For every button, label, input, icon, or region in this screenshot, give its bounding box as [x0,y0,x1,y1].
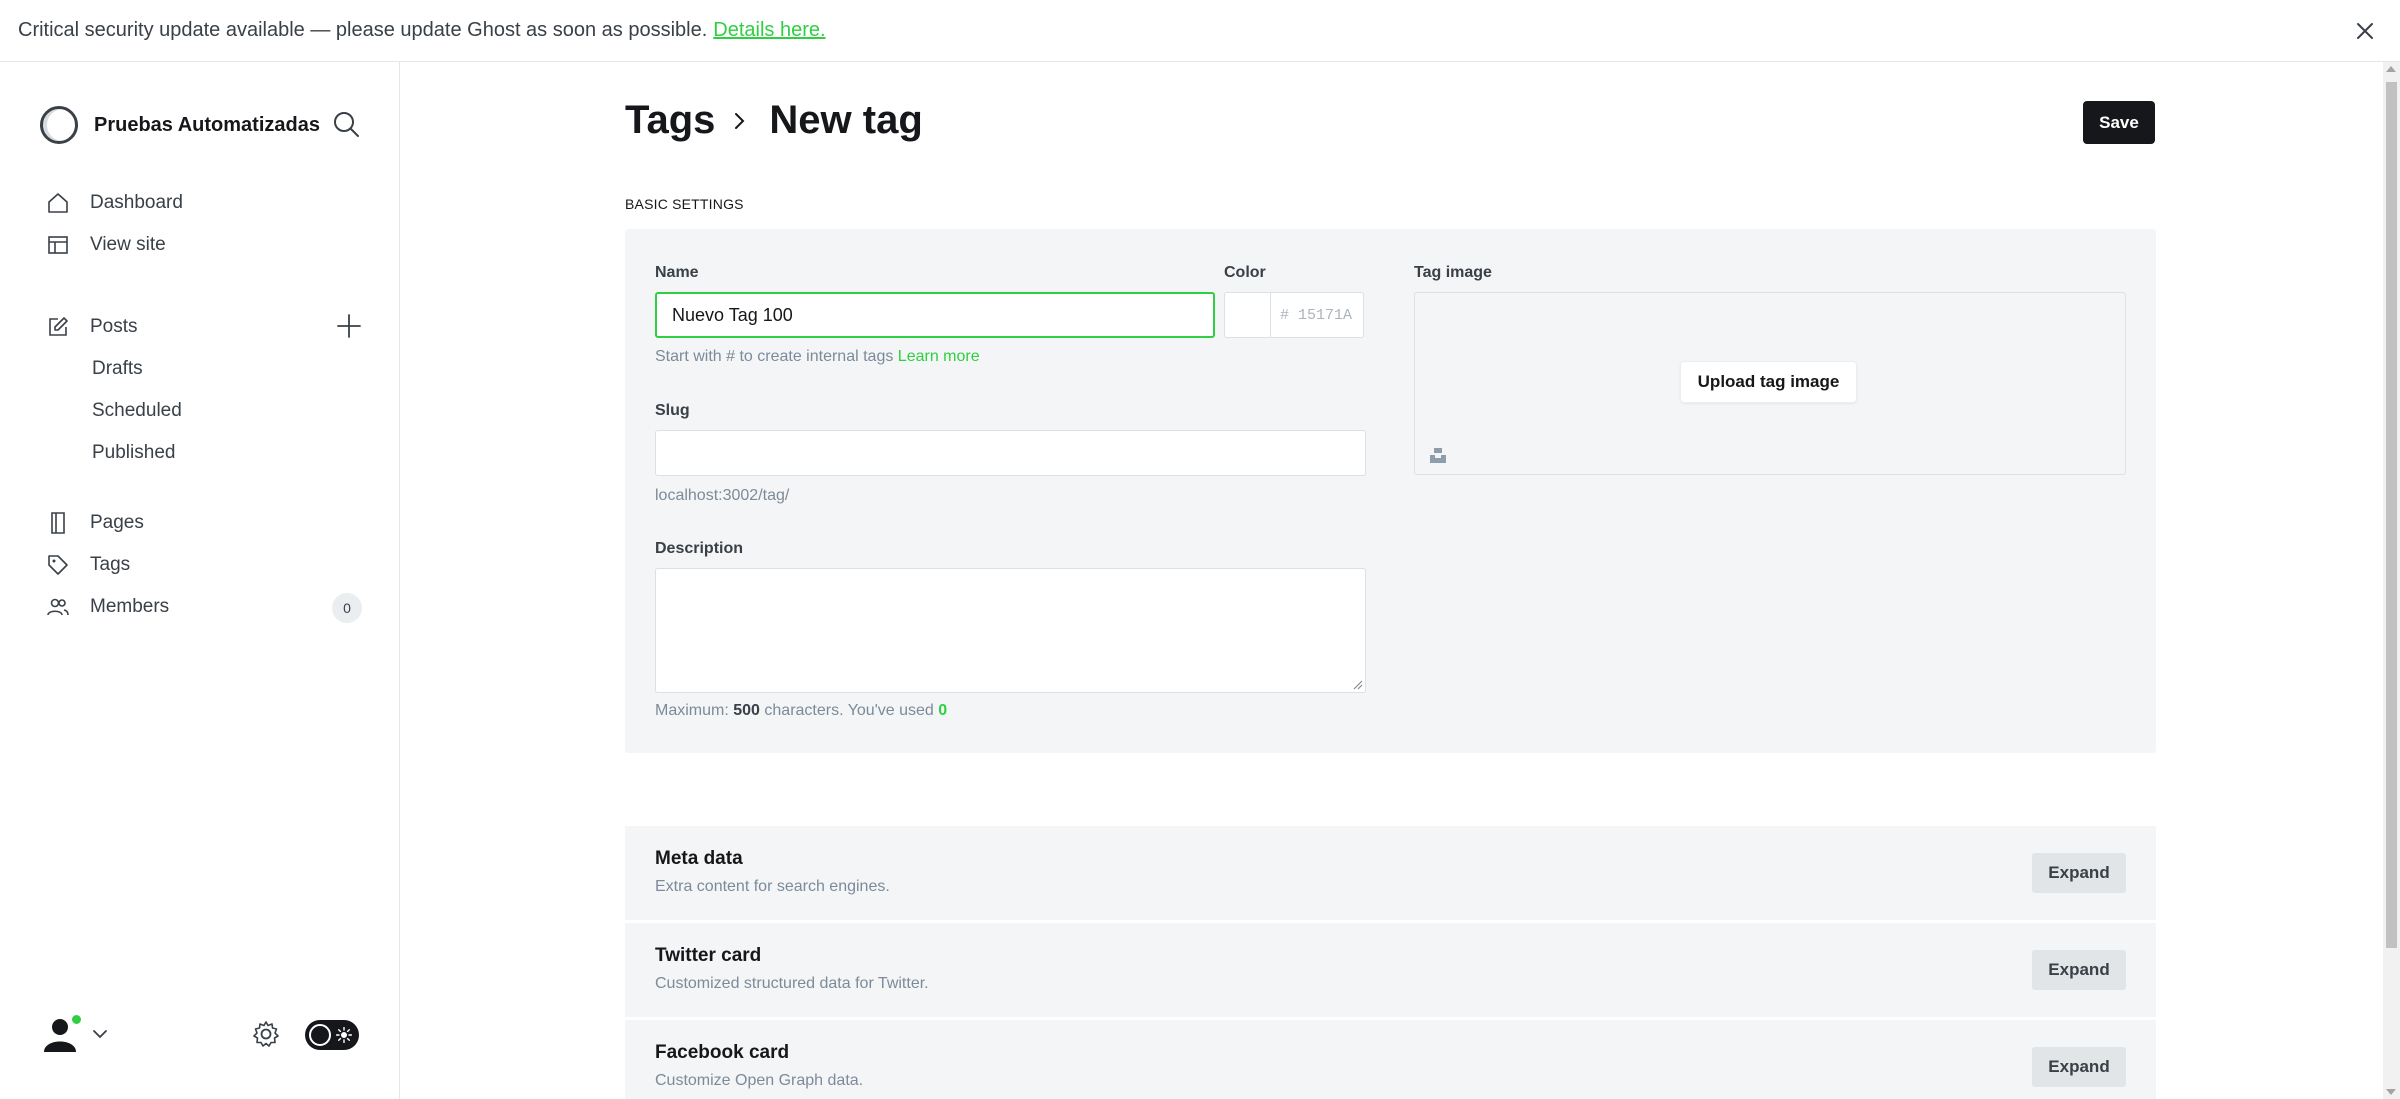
nav-tags-label: Tags [90,554,131,575]
update-banner: Critical security update available — ple… [0,0,2400,62]
name-hint-text: Start with # to create internal tags [655,348,894,365]
page-scrollbar[interactable] [2383,62,2400,1099]
nav-members[interactable]: Members [46,589,169,625]
slug-input[interactable] [655,430,1366,476]
home-icon [48,193,68,213]
site-brand[interactable]: Pruebas Automatizadas [40,106,320,144]
unsplash-icon[interactable] [1429,446,1447,464]
toggle-knob [309,1024,331,1046]
save-button[interactable]: Save [2083,101,2155,144]
page-icon [51,512,65,534]
nav-dashboard-label: Dashboard [90,192,183,213]
plus-icon[interactable] [335,312,363,340]
basic-settings-heading: BASIC SETTINGS [625,196,744,212]
tag-image-uploader: Upload tag image [1414,292,2126,475]
banner-message: Critical security update available — ple… [18,19,708,41]
scroll-up-arrow[interactable] [2386,66,2396,72]
twitter-card-expand-button[interactable]: Expand [2032,950,2126,990]
gear-icon[interactable] [250,1018,282,1050]
slug-url-hint: localhost:3002/tag/ [655,487,790,504]
tag-icon [48,555,68,575]
tag-image-label: Tag image [1414,264,1492,281]
desc-hint-mid: characters. You've used [764,702,934,719]
site-name: Pruebas Automatizadas [94,113,320,136]
nav-pages[interactable]: Pages [46,505,144,541]
desc-max-count: 500 [733,702,760,719]
nav-drafts[interactable]: Drafts [92,354,143,384]
search-icon[interactable] [330,108,362,140]
nav-members-label: Members [90,596,170,617]
description-label: Description [655,540,744,557]
upload-tag-image-button[interactable]: Upload tag image [1680,361,1857,403]
nav-published[interactable]: Published [92,438,175,468]
color-picker: # 15171A [1224,292,1364,338]
meta-data-card: Meta data Extra content for search engin… [625,826,2156,920]
slug-label: Slug [655,402,690,419]
facebook-card-title: Facebook card [655,1042,790,1063]
scroll-thumb[interactable] [2386,82,2397,948]
desc-used-count: 0 [938,702,948,719]
sidebar: Pruebas Automatizadas Dashboard View sit… [0,62,400,1099]
chevron-right-icon [735,112,745,129]
resize-handle-icon[interactable] [1351,678,1363,690]
twitter-card-desc: Customized structured data for Twitter. [655,975,929,992]
close-icon[interactable] [2350,16,2380,46]
theme-toggle[interactable] [305,1020,359,1050]
meta-data-desc: Extra content for search engines. [655,878,890,895]
facebook-card-expand-button[interactable]: Expand [2032,1047,2126,1087]
banner-details-link[interactable]: Details here. [713,19,825,42]
breadcrumb-tags-link[interactable]: Tags [625,98,715,143]
chevron-down-icon[interactable] [90,1024,110,1044]
nav-view-site-label: View site [90,234,166,255]
site-logo [40,106,78,144]
learn-more-link[interactable]: Learn more [898,348,980,365]
color-label: Color [1224,264,1266,281]
twitter-card-title: Twitter card [655,945,762,966]
nav-posts[interactable]: Posts [46,309,138,345]
edit-icon [49,317,68,336]
facebook-card: Facebook card Customize Open Graph data.… [625,1020,2156,1099]
name-label: Name [655,264,699,281]
nav-dashboard[interactable]: Dashboard [46,185,183,221]
members-icon [47,598,69,616]
meta-data-expand-button[interactable]: Expand [2032,853,2126,893]
facebook-card-desc: Customize Open Graph data. [655,1072,864,1089]
color-input[interactable]: # 15171A [1271,293,1363,337]
nav-posts-label: Posts [90,316,138,337]
twitter-card: Twitter card Customized structured data … [625,923,2156,1017]
nav-view-site[interactable]: View site [46,227,166,263]
meta-data-title: Meta data [655,848,743,869]
scroll-down-arrow[interactable] [2386,1089,2396,1095]
description-hint: Maximum: 500 characters. You've used 0 [655,702,947,720]
nav-tags[interactable]: Tags [46,547,130,583]
window-icon [48,236,68,254]
breadcrumb: Tags New tag [625,98,923,143]
nav-pages-label: Pages [90,512,144,533]
name-hint: Start with # to create internal tags Lea… [655,348,980,366]
name-input[interactable]: Nuevo Tag 100 [655,292,1215,338]
color-swatch[interactable] [1225,293,1271,337]
description-textarea[interactable] [655,568,1366,693]
online-status-dot [70,1013,83,1026]
nav-scheduled[interactable]: Scheduled [92,396,182,426]
sun-icon [336,1027,352,1043]
basic-settings-panel: Name Nuevo Tag 100 Start with # to creat… [625,229,2156,753]
members-count-badge: 0 [332,593,362,623]
page-title: New tag [769,98,923,142]
desc-hint-prefix: Maximum: [655,702,729,719]
